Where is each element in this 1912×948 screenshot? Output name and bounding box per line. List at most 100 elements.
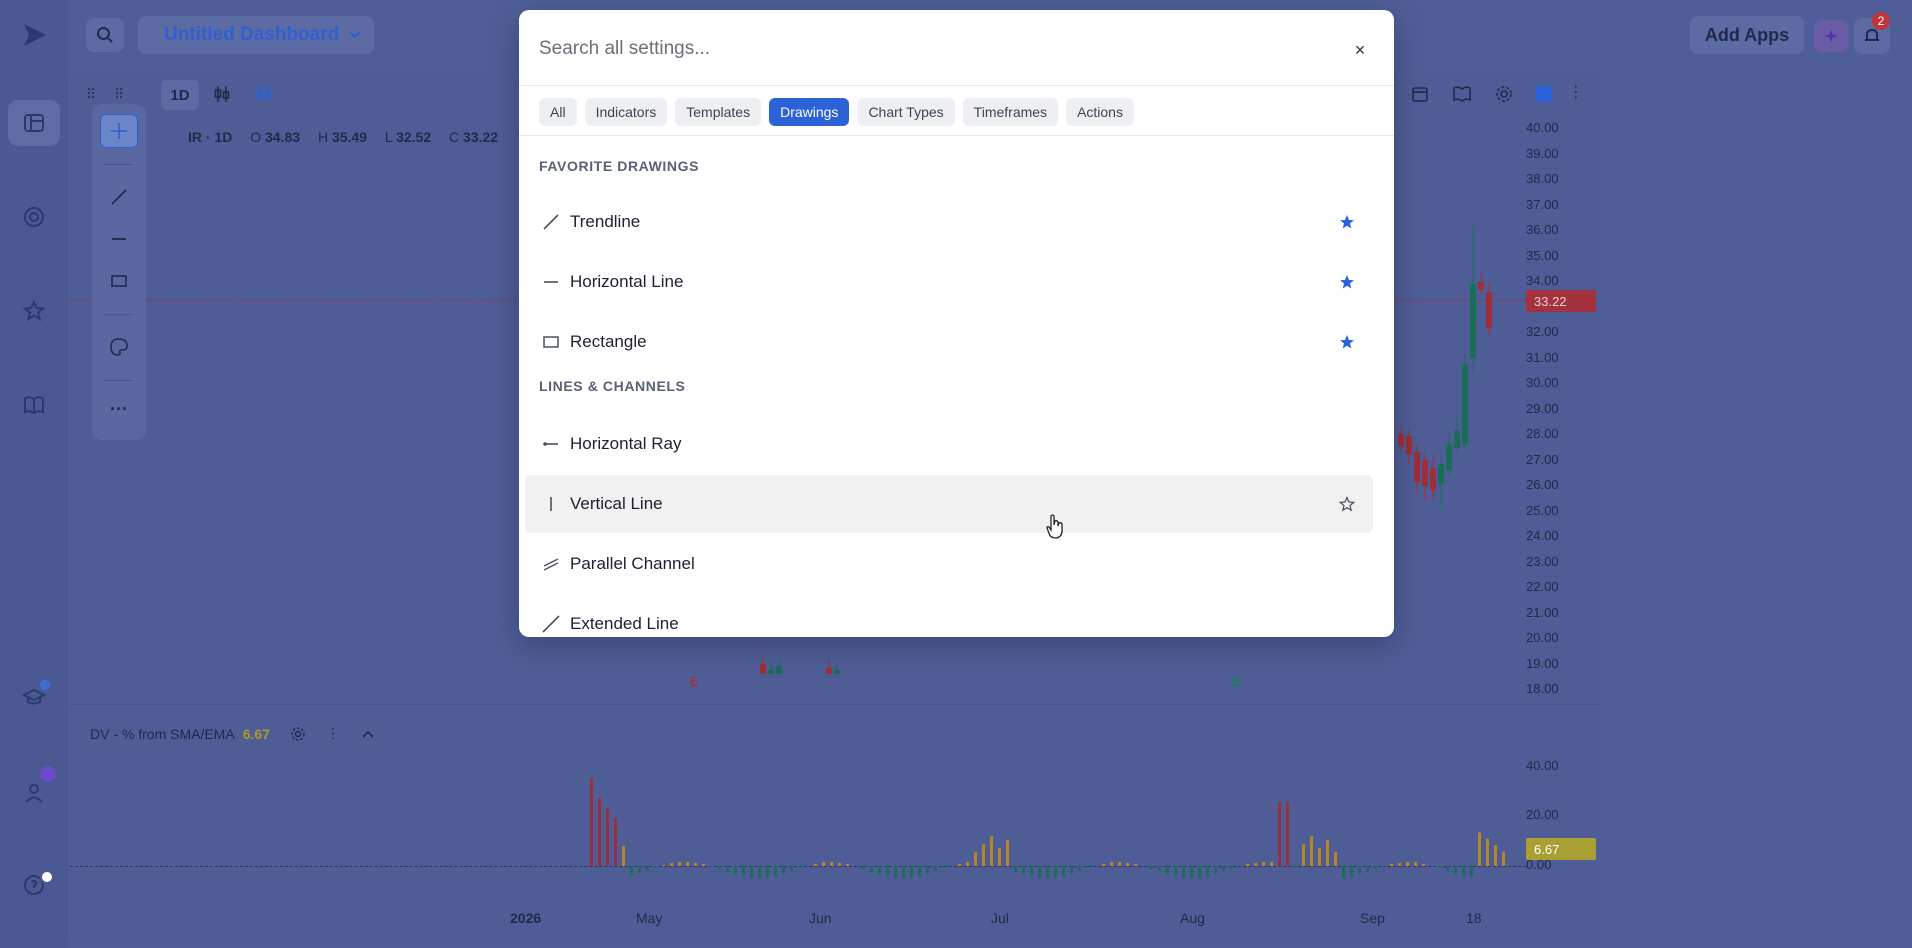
watchlist-nav-button[interactable]: [8, 288, 60, 334]
time-tick-label: Sep: [1360, 910, 1385, 926]
price-tick-label: 34.00: [1526, 273, 1559, 288]
help-nav-button[interactable]: [8, 862, 60, 908]
settings-search-modal: × All Indicators Templates Drawings Char…: [519, 10, 1394, 637]
histogram-bar: [1038, 866, 1041, 878]
price-tick-label: 31.00: [1526, 349, 1559, 365]
settings-search-input[interactable]: [539, 34, 1319, 64]
help-badge: [40, 870, 54, 884]
chevron-down-icon: [349, 31, 361, 39]
left-rail: [0, 0, 68, 948]
drawing-item-horizontal-line[interactable]: Horizontal Line: [525, 253, 1373, 311]
histogram-bar: [742, 866, 745, 876]
histogram-bar: [918, 866, 921, 876]
color-swatch[interactable]: [1536, 86, 1552, 102]
earnings-marker[interactable]: E: [1232, 674, 1241, 689]
hand-cursor-icon: [1046, 514, 1063, 539]
drawing-item-trendline[interactable]: Trendline: [525, 193, 1373, 251]
histogram-bar: [1294, 866, 1297, 868]
candle-body: [1414, 452, 1420, 482]
favorite-toggle[interactable]: [1337, 332, 1357, 352]
rectangle-tool[interactable]: [100, 264, 138, 298]
histogram-bar: [1398, 863, 1401, 866]
earnings-marker[interactable]: E: [690, 674, 699, 689]
dashboard-selector[interactable]: Untitled Dashboard: [138, 16, 374, 54]
horizontal-line-tool[interactable]: [100, 222, 138, 256]
indicator-histogram[interactable]: [70, 754, 1526, 894]
histogram-bar: [1406, 862, 1409, 866]
extended-line-icon: [542, 615, 560, 633]
favorite-toggle[interactable]: [1337, 212, 1357, 232]
journal-icon[interactable]: [1452, 84, 1472, 104]
more-options-icon[interactable]: ⋮: [1568, 82, 1584, 102]
app-logo-icon[interactable]: [22, 22, 48, 48]
timeframe-button[interactable]: 1D: [161, 80, 199, 110]
price-tick-label: 22.00: [1526, 579, 1559, 594]
journal-nav-button[interactable]: [8, 382, 60, 428]
indicator-tick-label: 40.00: [1526, 758, 1559, 773]
favorite-toggle[interactable]: [1337, 272, 1357, 292]
histogram-bar: [1222, 866, 1225, 871]
histogram-bar: [1302, 844, 1305, 866]
tab-indicators[interactable]: Indicators: [584, 98, 668, 126]
dashboard-nav-button[interactable]: [8, 100, 60, 146]
drawing-item-parallel-channel[interactable]: Parallel Channel: [525, 535, 1373, 593]
pane-divider[interactable]: [70, 704, 1600, 705]
favorite-toggle[interactable]: [1337, 494, 1357, 514]
candle-type-icon[interactable]: [212, 84, 232, 104]
drawing-item-label: Rectangle: [570, 332, 647, 351]
drawing-item-rectangle[interactable]: Rectangle: [525, 313, 1373, 371]
close-button[interactable]: ×: [1348, 38, 1372, 62]
histogram-bar: [1278, 802, 1281, 866]
histogram-bar: [1134, 864, 1137, 866]
candle-body: [834, 670, 840, 674]
tab-chart-types[interactable]: Chart Types: [857, 98, 955, 126]
price-tick-label: 27.00: [1526, 451, 1559, 467]
price-tick-label: 37.00: [1526, 196, 1559, 212]
tab-drawings[interactable]: Drawings: [769, 98, 850, 126]
gear-icon[interactable]: [1494, 84, 1514, 104]
histogram-bar: [1102, 864, 1105, 866]
tab-actions[interactable]: Actions: [1066, 98, 1134, 126]
gear-icon[interactable]: [290, 726, 306, 742]
candle-body: [1454, 430, 1460, 448]
histogram-bar: [758, 866, 761, 878]
radar-nav-button[interactable]: [8, 194, 60, 240]
learn-nav-button[interactable]: [8, 674, 60, 720]
histogram-bar: [686, 862, 689, 866]
crosshair-tool[interactable]: [100, 114, 138, 148]
tab-timeframes[interactable]: Timeframes: [962, 98, 1059, 126]
more-options-icon[interactable]: ⋮: [326, 725, 340, 742]
histogram-bar: [1374, 866, 1377, 869]
chevron-up-icon[interactable]: [362, 730, 374, 738]
drag-handle-icon[interactable]: ⠿: [114, 86, 124, 103]
drag-handle-icon[interactable]: ⠿: [86, 86, 96, 103]
add-apps-button[interactable]: Add Apps: [1690, 16, 1804, 54]
drawing-item-label: Vertical Line: [570, 494, 663, 513]
price-tick-label: 39.00: [1526, 145, 1559, 161]
histogram-bar: [974, 852, 977, 866]
rectangle-icon: [543, 336, 559, 348]
indicators-icon[interactable]: [254, 84, 274, 104]
price-tick-label: 28.00: [1526, 426, 1559, 441]
section-heading-favorites: FAVORITE DRAWINGS: [539, 158, 700, 174]
trendline-tool[interactable]: [100, 180, 138, 214]
drawing-item-horizontal-ray[interactable]: Horizontal Ray: [525, 415, 1373, 473]
histogram-bar: [1270, 862, 1273, 866]
histogram-bar: [990, 836, 993, 866]
color-palette-tool[interactable]: [100, 330, 138, 364]
price-tick-label: 23.00: [1526, 553, 1559, 569]
calendar-icon[interactable]: [1410, 84, 1430, 104]
price-tick-label: 32.00: [1526, 324, 1559, 339]
histogram-bar: [1022, 866, 1025, 874]
tab-all[interactable]: All: [539, 98, 577, 126]
ai-assistant-button[interactable]: [1814, 20, 1848, 52]
radar-icon: [24, 207, 44, 227]
more-tools-button[interactable]: ···: [100, 392, 138, 426]
global-search-button[interactable]: [86, 18, 124, 52]
histogram-bar: [1342, 866, 1345, 878]
drawing-item-vertical-line[interactable]: Vertical Line: [525, 475, 1373, 533]
price-tick-label: 18.00: [1526, 681, 1559, 696]
drawing-item-extended-line[interactable]: Extended Line: [525, 595, 1373, 637]
ellipsis-icon: ···: [110, 398, 128, 419]
tab-templates[interactable]: Templates: [675, 98, 762, 126]
